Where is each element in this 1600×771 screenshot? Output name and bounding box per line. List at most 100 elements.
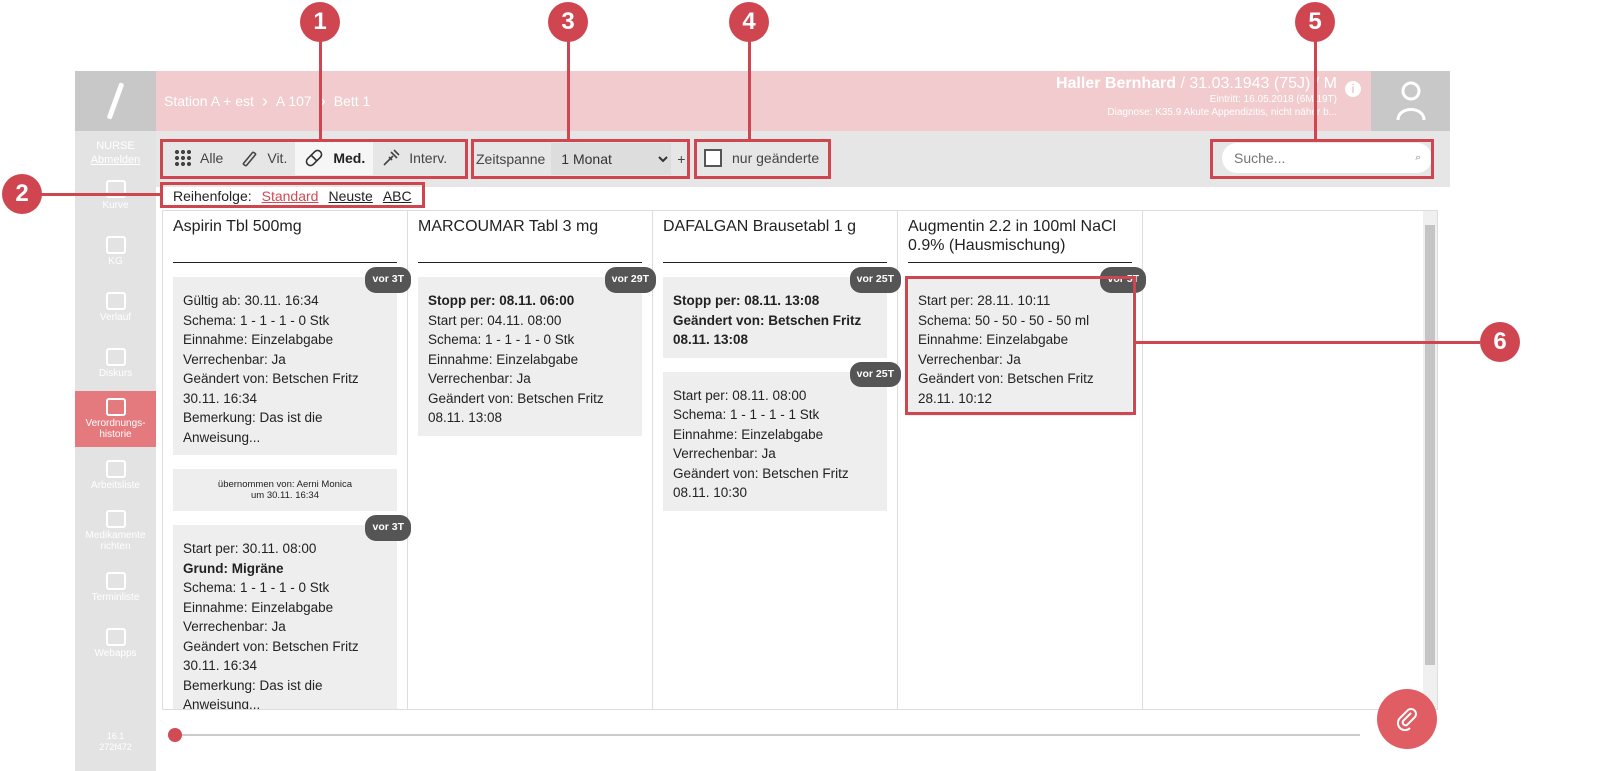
age-badge: vor 3T xyxy=(365,267,411,293)
card-line: Schema: 1 - 1 - 1 - 1 Stk xyxy=(673,407,820,422)
prescription-card[interactable]: vor 3T Start per: 30.11. 08:00 Grund: Migr… xyxy=(173,515,411,710)
handover-note: übernommen von: Aerni Monica um 30.11. 1… xyxy=(173,469,397,511)
card-line: Einnahme: Einzelabgabe xyxy=(673,426,824,442)
scrollbar-thumb[interactable] xyxy=(1425,225,1435,665)
annotation-marker-4: 4 xyxy=(729,2,769,42)
medication-column: MARCOUMAR Tabl 3 mg vor 29T Stopp per: 08.… xyxy=(408,211,656,709)
document-icon xyxy=(105,235,126,254)
annotation-line-4 xyxy=(748,40,751,140)
annotation-marker-3: 3 xyxy=(548,2,588,42)
patient-name: Haller Bernhard xyxy=(1055,75,1177,92)
breadcrumb-room[interactable]: A 107 xyxy=(276,91,326,112)
breadcrumb-station[interactable]: Station A + est xyxy=(164,91,268,112)
breadcrumb-bed[interactable]: Bett 1 xyxy=(334,93,371,109)
annotation-marker-2: 2 xyxy=(2,174,42,214)
medication-title: Aspirin Tbl 500mg xyxy=(173,217,397,263)
sidebar-item[interactable]: Arbeitsliste xyxy=(75,447,156,503)
annotation-marker-1: 1 xyxy=(300,2,340,42)
sidebar-item-label: KG xyxy=(108,255,123,267)
patient-header: Station A + est A 107 Bett 1 Haller Bern… xyxy=(156,71,1371,131)
app-root: NURSE Abmelden Kurve KG Verlauf Diskurs Vero… xyxy=(0,0,1600,771)
patient-info: Haller Bernhard / 31.03.1943 (75J) / M E… xyxy=(1056,75,1337,119)
age-badge: vor 3T xyxy=(365,515,411,541)
annotation-line-1 xyxy=(319,40,322,140)
annotation-line-5 xyxy=(1314,40,1317,140)
prescription-card[interactable]: vor 25T Start per: 08.11. 08:00 Schema: 1 … xyxy=(663,361,901,511)
card-line: Verrechenbar: Ja xyxy=(183,351,286,367)
card-line: Start per: 04.11. 08:00 xyxy=(428,312,562,328)
card-line: Schema: 1 - 1 - 1 - 0 Stk xyxy=(183,580,330,595)
annotation-box-search xyxy=(1210,139,1434,179)
card-line: Einnahme: Einzelabgabe xyxy=(183,599,334,615)
annotation-line-6 xyxy=(1136,341,1480,344)
app-logo[interactable] xyxy=(75,71,156,131)
person-icon xyxy=(1396,81,1425,121)
card-line: Start per: 30.11. 08:00 xyxy=(183,541,317,556)
prescription-card[interactable]: vor 25T Stopp per: 08.11. 13:08 Geändert v… xyxy=(663,267,901,358)
medication-title: DAFALGAN Brausetabl 1 g xyxy=(663,217,887,263)
info-icon[interactable]: i xyxy=(1345,81,1361,97)
sidebar-item[interactable]: Diskurs xyxy=(75,335,156,391)
card-line: Geändert von: Betschen Fritz 08.11. 13:0… xyxy=(673,312,862,348)
sidebar-nav: Kurve KG Verlauf Diskurs Verordnungs-histori… xyxy=(75,167,156,671)
sidebar-item[interactable]: KG xyxy=(75,223,156,279)
sidebar-item[interactable]: Verlauf xyxy=(75,279,156,335)
medication-column: DAFALGAN Brausetabl 1 g vor 25T Stopp per:… xyxy=(653,211,901,709)
age-badge: vor 25T xyxy=(849,361,901,387)
sidebar: NURSE Abmelden Kurve KG Verlauf Diskurs Vero… xyxy=(75,71,156,771)
logo-slash-icon xyxy=(106,82,125,120)
sidebar-item-label: Medikamente richten xyxy=(85,530,146,552)
annotation-marker-5: 5 xyxy=(1295,2,1335,42)
sidebar-item-label: Arbeitsliste xyxy=(91,479,140,491)
sidebar-item-label: Diskurs xyxy=(98,367,133,379)
timeline-slider[interactable] xyxy=(168,728,1360,742)
card-line: Stopp per: 08.11. 06:00 xyxy=(428,293,575,308)
annotation-line-3 xyxy=(567,40,570,140)
chat-icon xyxy=(105,347,126,366)
calendar-icon xyxy=(105,571,126,590)
timeline-handle[interactable] xyxy=(168,728,182,742)
webapps-icon xyxy=(105,627,126,646)
card-line: Bemerkung: Das ist die Anweisung... xyxy=(183,677,323,710)
prescription-card[interactable]: vor 29T Stopp per: 08.11. 06:00 Start per:… xyxy=(418,267,656,436)
card-line: Verrechenbar: Ja xyxy=(428,371,531,386)
medication-icon xyxy=(105,510,126,528)
card-line: Stopp per: 08.11. 13:08 xyxy=(673,293,820,308)
card-line: Geändert von: Betschen Fritz 30.11. 16:3… xyxy=(183,638,359,674)
patient-avatar[interactable] xyxy=(1371,71,1450,131)
sidebar-item-label: Verlauf xyxy=(99,311,132,323)
sidebar-item[interactable]: Verordnungs-historie xyxy=(75,391,156,447)
sidebar-item[interactable]: Medikamente richten xyxy=(75,503,156,559)
card-line: Schema: 1 - 1 - 1 - 0 Stk xyxy=(428,332,575,347)
prescription-card[interactable]: vor 3T Gültig ab: 30.11. 16:34 Schema: 1 -… xyxy=(173,267,411,455)
sidebar-item[interactable]: Webapps xyxy=(75,615,156,671)
version-label: 16.1 272f472 xyxy=(99,731,132,752)
medication-history-board: Augmentin 2.2 in 100ml NaCl 0.9% (Hausmi… xyxy=(162,210,1438,710)
prescription-history-icon xyxy=(105,398,126,416)
patient-details: / 31.03.1943 (75J) / M xyxy=(1176,75,1337,92)
sidebar-item-label: Verordnungs-historie xyxy=(85,418,146,440)
vertical-scrollbar[interactable] xyxy=(1423,211,1437,709)
annotation-box-only-changed xyxy=(694,139,831,179)
user-block: NURSE Abmelden xyxy=(75,139,156,167)
card-line: Geändert von: Betschen Fritz 08.11. 13:0… xyxy=(428,390,604,426)
card-line: Gültig ab: 30.11. 16:34 xyxy=(183,293,319,308)
card-line: Geändert von: Betschen Fritz 30.11. 16:3… xyxy=(183,371,359,406)
medication-column: Aspirin Tbl 500mg vor 3T Gültig ab: 30.11.… xyxy=(163,211,411,710)
logout-link[interactable]: Abmelden xyxy=(75,153,156,167)
attachment-button[interactable] xyxy=(1377,689,1437,749)
card-line: Verrechenbar: Ja xyxy=(673,446,776,461)
card-line: Verrechenbar: Ja xyxy=(183,619,286,634)
medication-title: Augmentin 2.2 in 100ml NaCl 0.9% (Hausmi… xyxy=(908,217,1132,263)
card-line: Einnahme: Einzelabgabe xyxy=(183,332,334,347)
sidebar-item[interactable]: Terminliste xyxy=(75,559,156,615)
clipboard-icon xyxy=(105,291,126,310)
patient-entry: Eintritt: 16.05.2018 (6M 19T) xyxy=(1209,94,1337,105)
annotation-box-sort xyxy=(160,182,425,208)
paperclip-icon xyxy=(1396,708,1417,732)
card-line: Grund: Migräne xyxy=(183,560,284,576)
card-line: Einnahme: Einzelabgabe xyxy=(428,351,579,367)
card-line: Schema: 1 - 1 - 1 - 0 Stk xyxy=(183,312,330,328)
annotation-box-card xyxy=(905,276,1136,415)
annotation-box-filters xyxy=(160,139,468,179)
